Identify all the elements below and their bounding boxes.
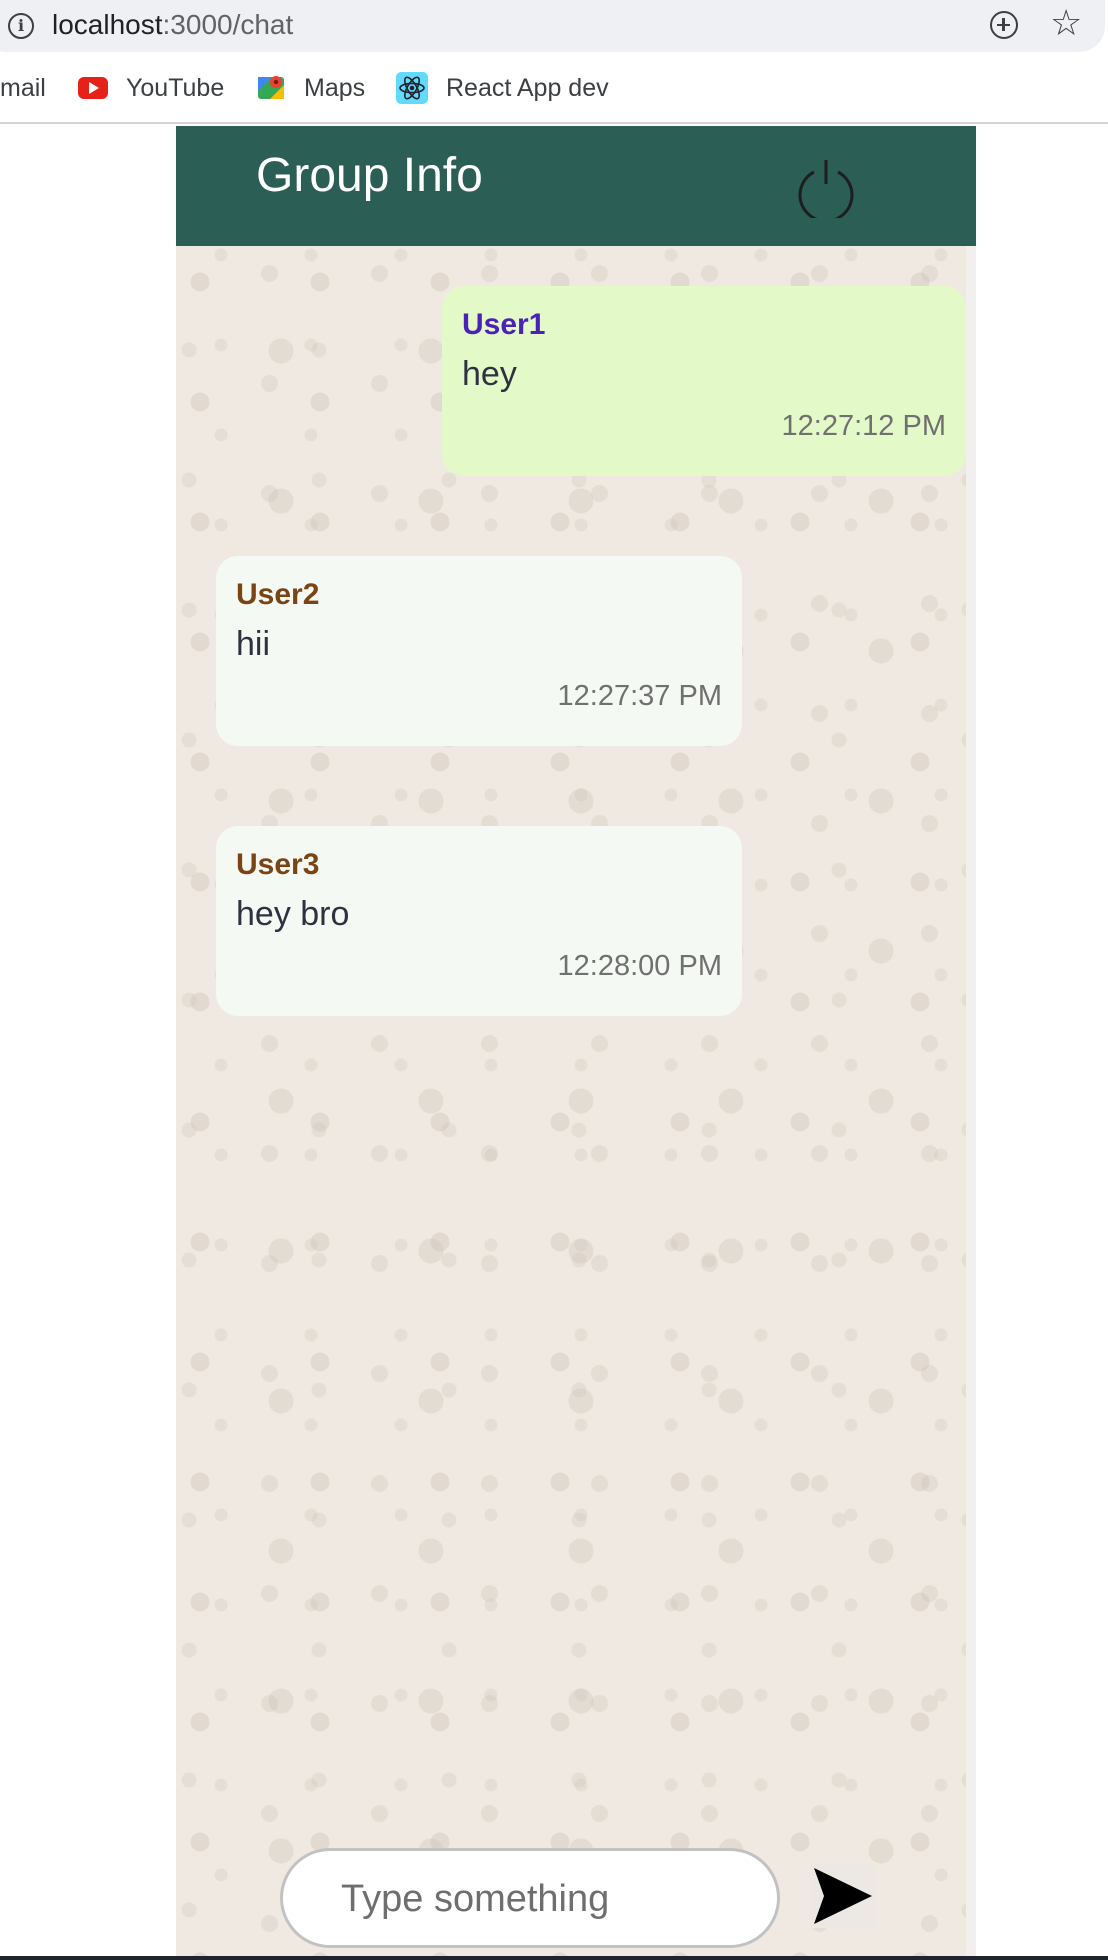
bookmark-maps[interactable]: Maps xyxy=(256,71,365,105)
install-app-icon[interactable] xyxy=(990,11,1018,39)
message-bubble-received: User2 hii 12:27:37 PM xyxy=(216,556,742,746)
send-icon xyxy=(814,1868,872,1924)
url-path: :3000/chat xyxy=(162,9,294,40)
message-sender: User3 xyxy=(236,848,320,881)
browser-address-bar: i localhost:3000/chat ☆ xyxy=(0,0,1108,52)
message-input[interactable] xyxy=(341,1873,741,1925)
youtube-icon xyxy=(78,77,108,99)
bookmark-gmail[interactable]: mail xyxy=(0,71,46,105)
bookmark-label: React App dev xyxy=(446,73,609,102)
message-text: hii xyxy=(236,625,271,663)
bookmark-label: Maps xyxy=(304,73,366,102)
message-text: hey bro xyxy=(236,895,350,933)
message-bubble-sent: User1 hey 12:27:12 PM xyxy=(442,286,966,476)
chat-app: Group Info User1 hey 12:27:12 PM User2 h… xyxy=(176,126,976,1960)
url-text[interactable]: localhost:3000/chat xyxy=(52,9,293,41)
message-sender: User2 xyxy=(236,578,320,611)
url-host: localhost xyxy=(52,9,163,40)
message-input-container xyxy=(280,1848,780,1948)
group-info-title[interactable]: Group Info xyxy=(256,148,483,203)
maps-icon xyxy=(258,76,284,99)
bookmark-youtube[interactable]: YouTube xyxy=(78,71,224,105)
bookmark-label: YouTube xyxy=(126,73,225,102)
message-time: 12:28:00 PM xyxy=(557,950,722,982)
bookmarks-bar: mail YouTube Maps React App dev xyxy=(0,52,1108,124)
message-bubble-received: User3 hey bro 12:28:00 PM xyxy=(216,826,742,1016)
power-icon[interactable] xyxy=(794,154,858,218)
message-time: 12:27:37 PM xyxy=(557,680,722,712)
react-icon xyxy=(396,72,428,104)
site-info-icon[interactable]: i xyxy=(8,13,34,39)
bookmark-react-app[interactable]: React App dev xyxy=(396,71,609,105)
bookmark-label: mail xyxy=(0,73,46,102)
chat-background xyxy=(176,246,966,1960)
message-time: 12:27:12 PM xyxy=(781,410,946,442)
message-text: hey xyxy=(462,355,517,393)
taskbar-edge xyxy=(0,1956,1108,1960)
chat-scrollbar-track[interactable] xyxy=(966,246,976,1960)
bookmark-star-icon[interactable]: ☆ xyxy=(1050,3,1082,43)
send-button[interactable] xyxy=(810,1864,874,1928)
chat-header: Group Info xyxy=(176,126,976,246)
message-sender: User1 xyxy=(462,308,546,341)
